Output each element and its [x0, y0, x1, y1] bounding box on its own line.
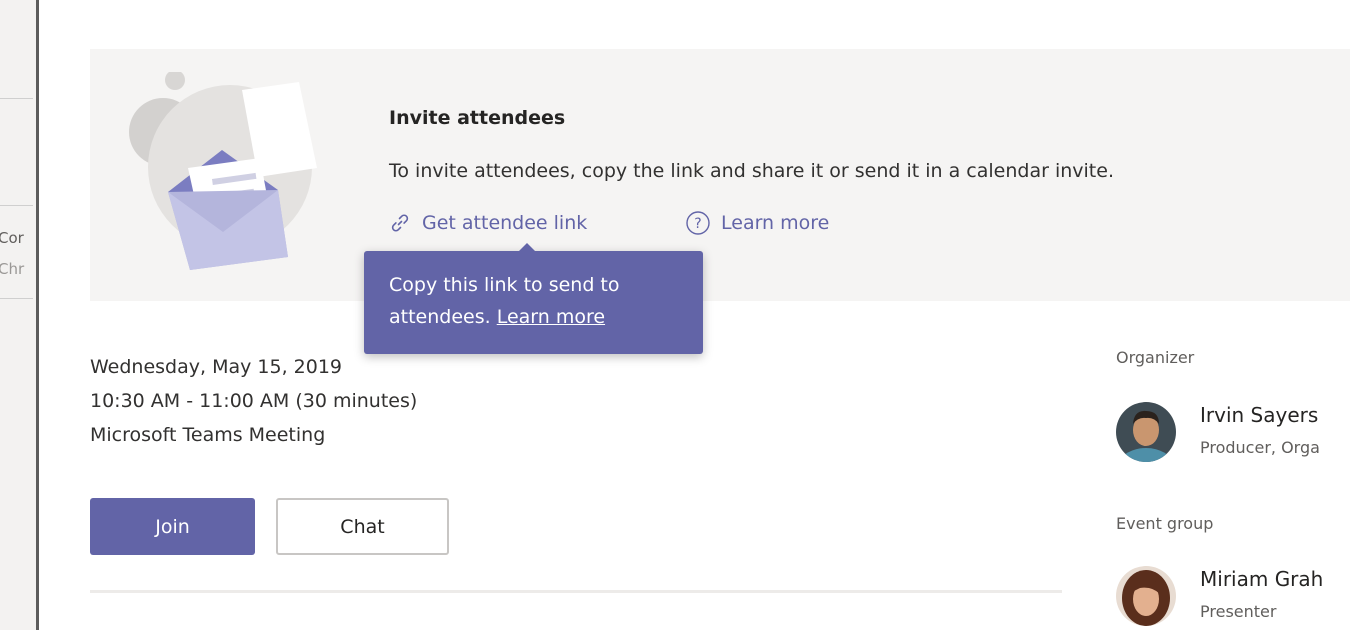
- help-circle-icon: ?: [686, 211, 710, 235]
- svg-text:?: ?: [694, 216, 701, 232]
- get-attendee-link-label: Get attendee link: [422, 212, 588, 234]
- rail-divider: [0, 205, 33, 206]
- organizer-label: Organizer: [1116, 348, 1195, 367]
- event-group-person[interactable]: Miriam Grah Presenter: [1116, 566, 1323, 626]
- event-group-label: Event group: [1116, 514, 1214, 533]
- tooltip-learn-more-link[interactable]: Learn more: [497, 306, 605, 328]
- avatar: [1116, 566, 1176, 626]
- tooltip-text-line2: attendees.: [389, 306, 491, 328]
- organizer-person[interactable]: Irvin Sayers Producer, Orga: [1116, 402, 1320, 462]
- learn-more-link[interactable]: ? Learn more: [685, 208, 829, 238]
- chat-button[interactable]: Chat: [276, 498, 449, 555]
- rail-divider: [0, 298, 33, 299]
- learn-more-label: Learn more: [721, 212, 830, 234]
- rail-divider: [0, 98, 33, 99]
- join-button[interactable]: Join: [90, 498, 255, 555]
- envelope-illustration: [129, 72, 317, 270]
- invite-title: Invite attendees: [389, 107, 566, 129]
- get-attendee-link[interactable]: Get attendee link: [388, 208, 587, 238]
- event-group-member-name: Miriam Grah: [1200, 567, 1324, 591]
- invite-description: To invite attendees, copy the link and s…: [389, 160, 1114, 182]
- avatar: [1116, 402, 1176, 462]
- meeting-details: Wednesday, May 15, 2019 10:30 AM - 11:00…: [90, 350, 417, 452]
- left-pane-edge: Cor Chr: [0, 0, 39, 630]
- section-divider: [90, 590, 1062, 593]
- tooltip-text-line1: Copy this link to send to: [389, 274, 620, 296]
- rail-item-title: Cor: [0, 229, 24, 247]
- meeting-date: Wednesday, May 15, 2019: [90, 356, 343, 378]
- event-group-member-role: Presenter: [1200, 602, 1277, 621]
- organizer-role: Producer, Orga: [1200, 438, 1320, 457]
- organizer-name: Irvin Sayers: [1200, 403, 1319, 427]
- meeting-type: Microsoft Teams Meeting: [90, 424, 326, 446]
- rail-item-subtitle: Chr: [0, 260, 25, 278]
- link-icon: [391, 214, 409, 232]
- meeting-time: 10:30 AM - 11:00 AM (30 minutes): [90, 390, 418, 412]
- copy-link-tooltip: Copy this link to send to attendees. Lea…: [364, 243, 703, 354]
